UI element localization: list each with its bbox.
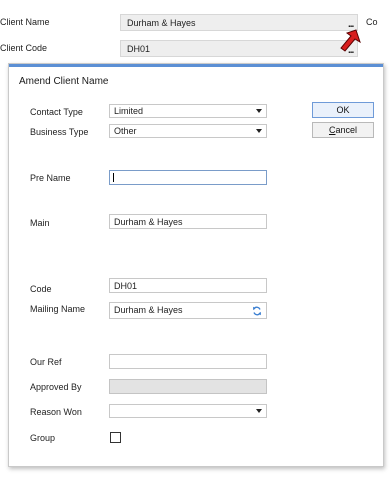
chevron-down-icon xyxy=(256,109,262,113)
pre-name-input[interactable] xyxy=(109,170,267,185)
chevron-down-icon xyxy=(256,129,262,133)
reason-won-select[interactable] xyxy=(109,404,267,418)
main-label: Main xyxy=(30,218,50,228)
client-code-field[interactable]: DH01 xyxy=(120,40,358,57)
pre-name-label: Pre Name xyxy=(30,173,71,183)
client-name-value: Durham & Hayes xyxy=(127,18,196,28)
text-cursor xyxy=(113,173,114,182)
main-input[interactable]: Durham & Hayes xyxy=(109,214,267,229)
reason-won-label: Reason Won xyxy=(30,407,82,417)
client-code-label: Client Code xyxy=(0,43,48,53)
amend-client-name-dialog: Amend Client Name Contact Type Limited B… xyxy=(8,63,384,467)
our-ref-input[interactable] xyxy=(109,354,267,369)
cancel-button[interactable]: Cancel xyxy=(312,122,374,138)
main-value: Durham & Hayes xyxy=(114,217,183,227)
truncated-label: Co xyxy=(366,17,378,27)
ok-button[interactable]: OK xyxy=(312,102,374,118)
code-input[interactable]: DH01 xyxy=(109,278,267,293)
group-checkbox[interactable] xyxy=(110,432,121,443)
approved-by-label: Approved By xyxy=(30,382,82,392)
business-type-select[interactable]: Other xyxy=(109,124,267,138)
contact-type-select[interactable]: Limited xyxy=(109,104,267,118)
client-code-value: DH01 xyxy=(127,44,151,54)
contact-type-label: Contact Type xyxy=(30,107,83,117)
chevron-down-icon xyxy=(256,409,262,413)
client-name-field[interactable]: Durham & Hayes xyxy=(120,14,358,31)
cancel-label-rest: ancel xyxy=(335,125,357,135)
business-type-value: Other xyxy=(114,126,137,136)
mailing-name-value: Durham & Hayes xyxy=(114,305,183,315)
dialog-accent-bar xyxy=(9,64,383,67)
our-ref-label: Our Ref xyxy=(30,357,62,367)
business-type-label: Business Type xyxy=(30,127,89,137)
contact-type-value: Limited xyxy=(114,106,144,116)
group-label: Group xyxy=(30,433,56,443)
mailing-name-input[interactable]: Durham & Hayes xyxy=(109,302,267,319)
approved-by-input xyxy=(109,379,267,394)
dialog-title: Amend Client Name xyxy=(19,76,109,87)
code-value: DH01 xyxy=(114,281,138,291)
red-arrow-icon xyxy=(340,29,361,52)
code-label: Code xyxy=(30,284,52,294)
mailing-name-label: Mailing Name xyxy=(30,304,86,314)
client-name-label: Client Name xyxy=(0,17,50,27)
refresh-icon[interactable] xyxy=(252,306,262,316)
